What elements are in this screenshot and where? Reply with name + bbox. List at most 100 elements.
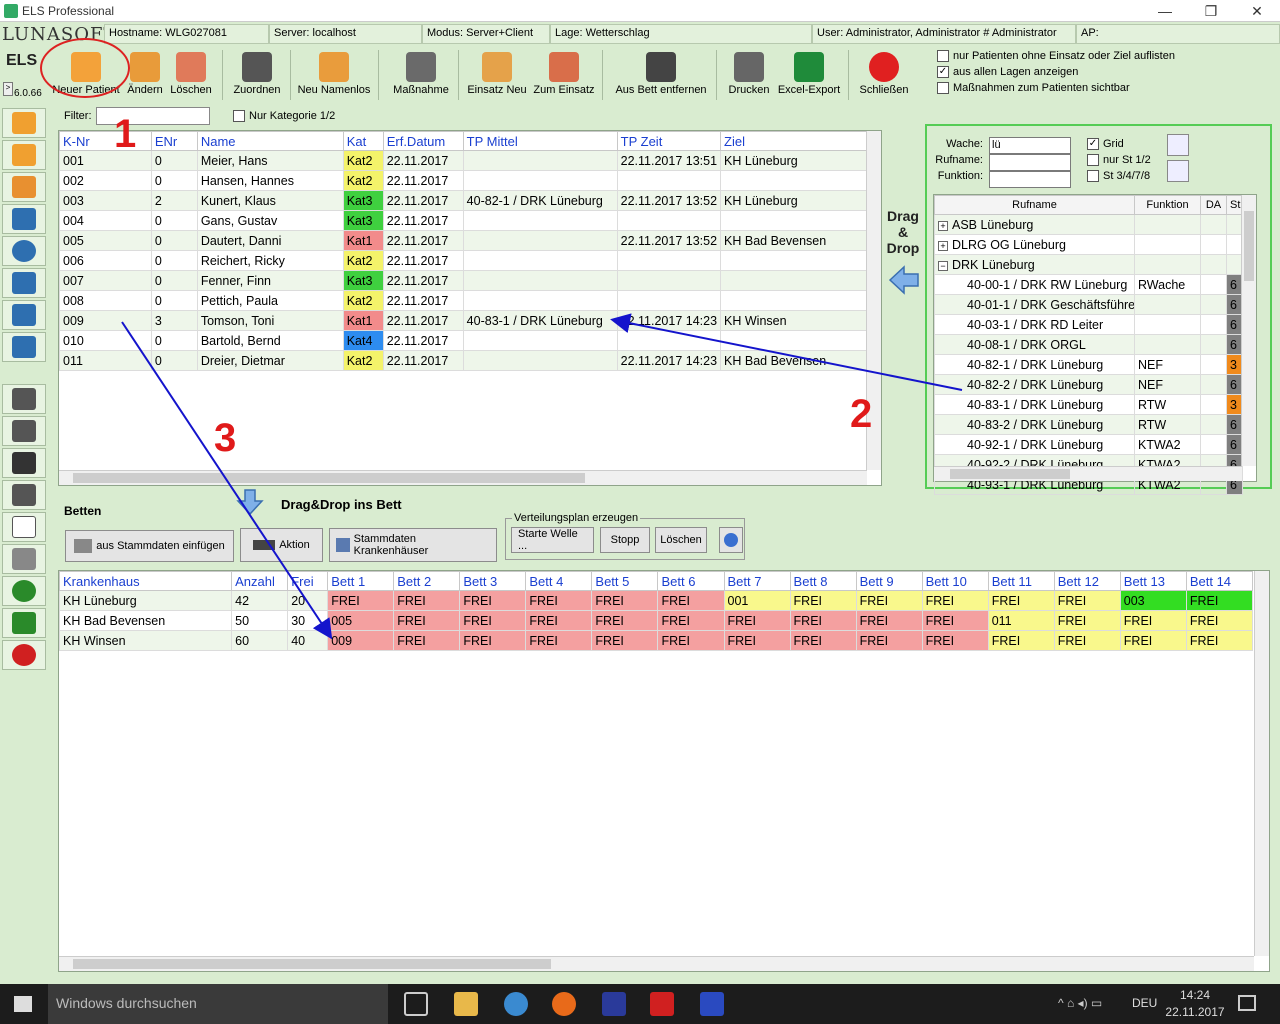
bed-column-header[interactable]: Anzahl — [231, 571, 289, 591]
schliessen-button[interactable]: Schließen — [854, 46, 914, 102]
bed-column-header[interactable]: Bett 7 — [723, 571, 791, 591]
windows-start-icon[interactable] — [14, 996, 32, 1012]
unit-row[interactable]: 40-00-1 / DRK RW Lüneburg RWache 6 — [934, 274, 1243, 295]
beds-horizontal-scrollbar[interactable] — [59, 956, 1254, 971]
bed-cell[interactable]: FREI — [591, 590, 659, 611]
unit-group-row[interactable]: − DRK Lüneburg — [934, 254, 1243, 275]
bed-cell[interactable]: FREI — [1119, 630, 1187, 651]
st12-option[interactable]: nur St 1/2 — [1087, 154, 1151, 166]
checkbox-checked[interactable]: ✓ — [1087, 138, 1099, 150]
unit-row[interactable]: 40-03-1 / DRK RD Leiter 6 — [934, 314, 1243, 335]
sidebar-power[interactable] — [2, 640, 46, 670]
bed-cell[interactable]: FREI — [1053, 630, 1121, 651]
bed-cell[interactable]: FREI — [525, 590, 593, 611]
aendern-button[interactable]: Ändern — [124, 46, 166, 102]
table-row[interactable]: 010 0 Bartold, Bernd Kat4 22.11.2017 — [59, 330, 867, 351]
table-row[interactable]: 011 0 Dreier, Dietmar Kat2 22.11.2017 22.11.2… — [59, 350, 867, 371]
tree-toggle-icon[interactable]: − — [938, 260, 948, 271]
bed-cell[interactable]: FREI — [789, 610, 857, 631]
expand-icon[interactable] — [1167, 160, 1189, 182]
task-view-icon[interactable] — [404, 992, 428, 1016]
unit-row[interactable]: 40-82-2 / DRK Lüneburg NEF 6 — [934, 374, 1243, 395]
units-column-header[interactable]: DA — [1200, 195, 1227, 215]
checkbox-unchecked[interactable] — [1087, 154, 1099, 166]
bed-cell[interactable]: FREI — [1053, 590, 1121, 611]
bed-column-header[interactable]: Krankenhaus — [58, 571, 233, 591]
bed-cell[interactable]: FREI — [855, 610, 923, 631]
column-header[interactable]: TP Mittel — [462, 131, 618, 151]
explorer-icon[interactable] — [454, 992, 478, 1016]
bed-cell[interactable]: FREI — [723, 610, 791, 631]
zuordnen-button[interactable]: Zuordnen — [228, 46, 286, 102]
sidebar-disc[interactable] — [2, 576, 46, 606]
bed-cell[interactable]: FREI — [921, 590, 989, 611]
sidebar-clipboard[interactable] — [2, 544, 46, 574]
kategorie-filter[interactable]: Nur Kategorie 1/2 — [233, 110, 335, 122]
wache-input[interactable]: lü — [989, 137, 1071, 154]
app-globe-icon[interactable] — [504, 992, 528, 1016]
clock-time[interactable]: 14:24 — [1170, 988, 1220, 1002]
table-row[interactable]: 007 0 Fenner, Finn Kat3 22.11.2017 — [59, 270, 867, 291]
aktion-button[interactable]: Aktion — [240, 528, 323, 562]
excel-export-button[interactable]: Excel-Export — [774, 46, 844, 102]
bed-cell[interactable]: 005 — [327, 610, 395, 631]
tray-icons[interactable]: ^ ⌂ ◂) ▭ — [1058, 996, 1102, 1010]
sidebar-phone[interactable] — [2, 448, 46, 478]
stammdaten-kh-button[interactable]: Stammdaten Krankenhäuser — [329, 528, 497, 562]
bed-column-header[interactable]: Bett 9 — [855, 571, 923, 591]
option-massnahmen[interactable]: Maßnahmen zum Patienten sichtbar — [937, 82, 1130, 94]
horizontal-scrollbar[interactable] — [59, 470, 867, 485]
clock-date[interactable]: 22.11.2017 — [1162, 1005, 1228, 1019]
bed-cell[interactable]: 003 — [1119, 590, 1187, 611]
zum-einsatz-button[interactable]: Zum Einsatz — [532, 46, 596, 102]
column-header[interactable]: Name — [196, 131, 344, 151]
drucken-button[interactable]: Drucken — [724, 46, 774, 102]
bed-column-header[interactable]: Bett 6 — [657, 571, 725, 591]
option-ohne-einsatz[interactable]: nur Patienten ohne Einsatz oder Ziel auf… — [937, 50, 1175, 62]
sidebar-patients[interactable] — [2, 108, 46, 138]
checkbox-checked[interactable]: ✓ — [937, 66, 949, 78]
funktion-input[interactable] — [989, 171, 1071, 188]
close-window-icon[interactable]: ✕ — [1234, 0, 1280, 22]
units-horizontal-scrollbar[interactable] — [934, 466, 1242, 481]
notification-icon[interactable] — [1238, 995, 1256, 1011]
sidebar-settings[interactable] — [2, 608, 46, 638]
units-vertical-scrollbar[interactable] — [1241, 195, 1256, 466]
table-row[interactable]: 004 0 Gans, Gustav Kat3 22.11.2017 — [59, 210, 867, 231]
column-header[interactable]: ENr — [150, 131, 198, 151]
help-button[interactable] — [719, 527, 743, 553]
bed-cell[interactable]: FREI — [459, 610, 527, 631]
tree-toggle-icon[interactable]: + — [938, 240, 948, 251]
bed-cell[interactable]: FREI — [921, 630, 989, 651]
bed-cell[interactable]: FREI — [525, 630, 593, 651]
unit-row[interactable]: 40-83-2 / DRK Lüneburg RTW 6 — [934, 414, 1243, 435]
bed-cell[interactable]: FREI — [393, 630, 461, 651]
hospital-row[interactable]: KH Bad Bevensen 50 30 005 FREI FREI FREI FREI FR… — [58, 610, 1254, 631]
sidebar-home[interactable] — [2, 384, 46, 414]
bed-column-header[interactable]: Bett 2 — [393, 571, 461, 591]
bed-cell[interactable]: 009 — [327, 630, 395, 651]
unit-row[interactable]: 40-92-1 / DRK Lüneburg KTWA2 6 — [934, 434, 1243, 455]
checkbox-unchecked[interactable] — [937, 82, 949, 94]
bed-cell[interactable]: 001 — [723, 590, 791, 611]
sidebar-mail[interactable] — [2, 332, 46, 362]
tree-view-icon[interactable] — [1167, 134, 1189, 156]
unit-row[interactable]: 40-83-1 / DRK Lüneburg RTW 3 — [934, 394, 1243, 415]
unit-group-row[interactable]: + DLRG OG Lüneburg — [934, 234, 1243, 255]
sidebar-documents[interactable] — [2, 140, 46, 170]
starte-welle-button[interactable]: Starte Welle ... — [511, 527, 594, 553]
hospital-row[interactable]: KH Winsen 60 40 009 FREI FREI FREI FREI FREI FREI… — [58, 630, 1254, 651]
column-header[interactable]: K-Nr — [59, 131, 152, 151]
units-column-header[interactable]: Funktion — [1134, 195, 1201, 215]
bed-cell[interactable]: FREI — [987, 590, 1055, 611]
expand-arrow-icon[interactable]: > — [3, 82, 13, 96]
option-alle-lagen[interactable]: ✓ aus allen Lagen anzeigen — [937, 66, 1078, 78]
red-app-icon[interactable] — [650, 992, 674, 1016]
bed-column-header[interactable]: Bett 11 — [987, 571, 1055, 591]
bed-column-header[interactable]: Bett 8 — [789, 571, 857, 591]
checkbox-unchecked[interactable] — [937, 50, 949, 62]
column-header[interactable]: Kat — [342, 131, 384, 151]
bed-cell[interactable]: FREI — [657, 610, 725, 631]
column-header[interactable]: Ziel — [720, 131, 867, 151]
stopp-button[interactable]: Stopp — [600, 527, 650, 553]
